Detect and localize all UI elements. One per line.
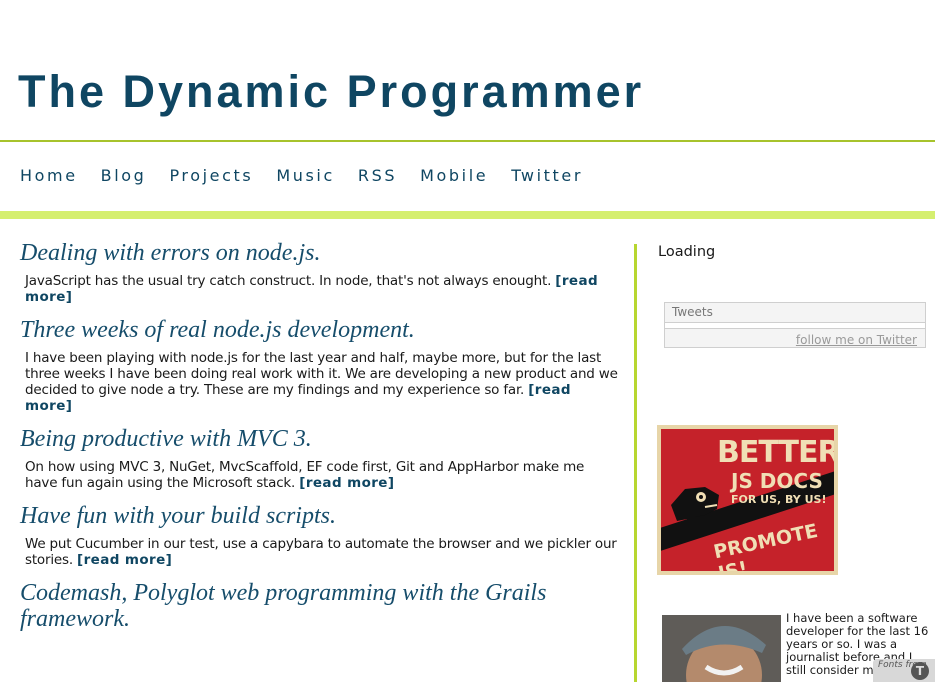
nav-twitter[interactable]: Twitter	[511, 166, 583, 185]
author-photo	[662, 615, 781, 682]
post-item: Three weeks of real node.js development.…	[20, 317, 618, 414]
typekit-icon: T	[911, 662, 929, 680]
post-item: Dealing with errors on node.js. JavaScri…	[20, 240, 618, 305]
post-excerpt-text: JavaScript has the usual try catch const…	[25, 273, 552, 289]
post-title[interactable]: Being productive with MVC 3.	[20, 426, 618, 452]
nav-home[interactable]: Home	[20, 166, 78, 185]
follow-twitter-link[interactable]: follow me on Twitter	[796, 333, 917, 347]
post-title[interactable]: Codemash, Polyglot web programming with …	[20, 580, 618, 632]
tweets-footer: follow me on Twitter	[665, 329, 925, 349]
nav-music[interactable]: Music	[276, 166, 335, 185]
nav-projects[interactable]: Projects	[169, 166, 253, 185]
tweets-widget: Tweets follow me on Twitter	[664, 302, 926, 348]
author-avatar	[662, 615, 781, 682]
post-item: Codemash, Polyglot web programming with …	[20, 580, 618, 632]
better-js-docs-badge[interactable]: BETTER JS DOCS FOR US, BY US! PROMOTE JS…	[657, 425, 838, 575]
main-nav: Home Blog Projects Music RSS Mobile Twit…	[20, 166, 606, 185]
loading-text: Loading	[658, 244, 716, 260]
post-excerpt: JavaScript has the usual try catch const…	[25, 273, 618, 305]
badge-line1: BETTER	[717, 435, 834, 470]
sidebar-divider	[634, 244, 637, 682]
post-item: Have fun with your build scripts. We put…	[20, 503, 618, 568]
read-more-link[interactable]: [read more]	[77, 552, 172, 568]
badge-line3: FOR US, BY US!	[731, 493, 827, 506]
post-list: Dealing with errors on node.js. JavaScri…	[20, 240, 618, 644]
post-excerpt: On how using MVC 3, NuGet, MvcScaffold, …	[25, 459, 618, 491]
post-title[interactable]: Have fun with your build scripts.	[20, 503, 618, 529]
badge-artwork: BETTER JS DOCS FOR US, BY US! PROMOTE JS…	[661, 429, 834, 571]
nav-mobile[interactable]: Mobile	[420, 166, 488, 185]
post-excerpt: I have been playing with node.js for the…	[25, 350, 618, 414]
header-divider	[0, 140, 935, 142]
post-item: Being productive with MVC 3. On how usin…	[20, 426, 618, 491]
tweets-header: Tweets	[665, 303, 925, 323]
read-more-link[interactable]: [read more]	[299, 475, 394, 491]
post-excerpt: We put Cucumber in our test, use a capyb…	[25, 536, 618, 568]
site-title[interactable]: The Dynamic Programmer	[18, 66, 644, 118]
nav-blog[interactable]: Blog	[101, 166, 147, 185]
nav-rss[interactable]: RSS	[358, 166, 397, 185]
post-title[interactable]: Dealing with errors on node.js.	[20, 240, 618, 266]
fonts-from-badge[interactable]: Fonts from T	[873, 659, 935, 682]
badge-line2: JS DOCS	[731, 469, 823, 493]
nav-divider	[0, 211, 935, 219]
dinosaur-icon	[671, 487, 719, 533]
post-title[interactable]: Three weeks of real node.js development.	[20, 317, 618, 343]
